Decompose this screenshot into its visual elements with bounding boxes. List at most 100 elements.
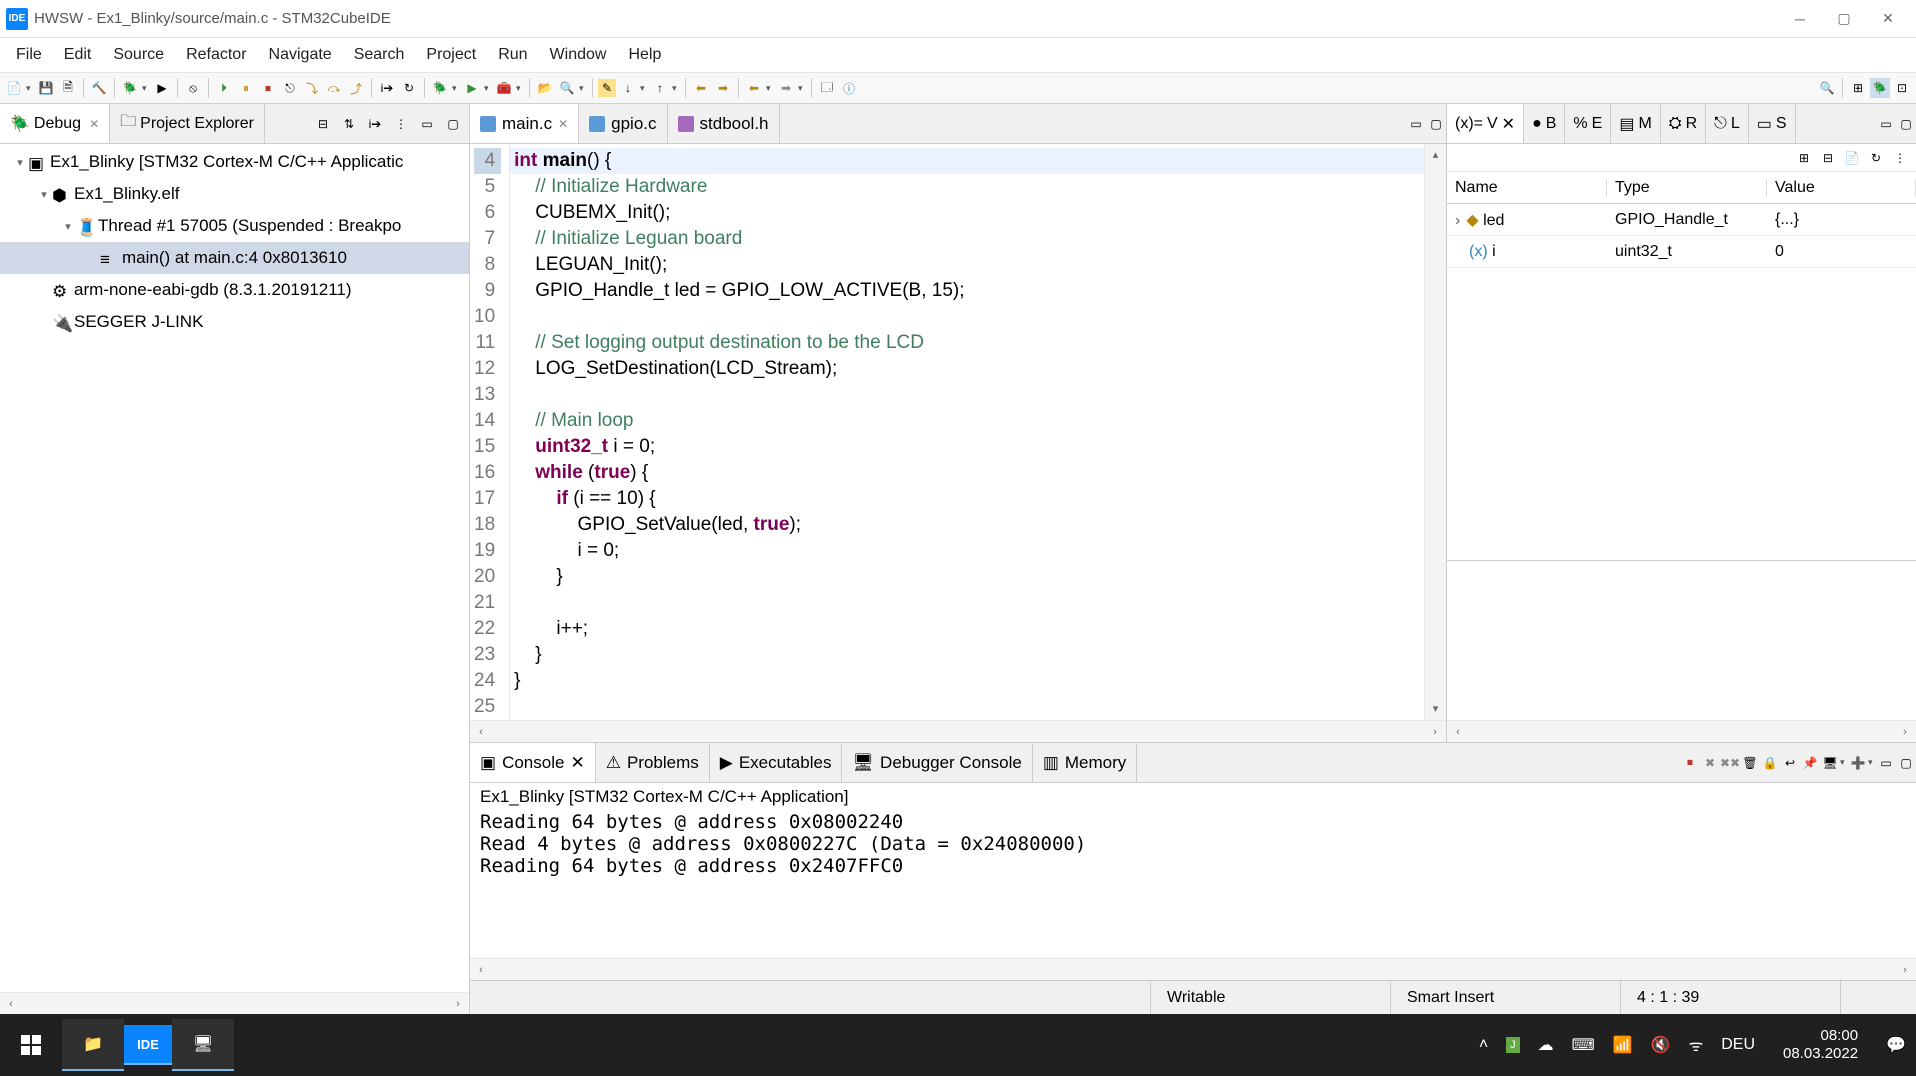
debug-tree[interactable]: ▾▣Ex1_Blinky [STM32 Cortex-M C/C++ Appli… xyxy=(0,144,469,992)
build-icon[interactable]: 🔨 xyxy=(89,78,109,98)
tab-project-explorer[interactable]: 🗀 Project Explorer xyxy=(110,104,265,143)
remove-icon[interactable]: ✖ xyxy=(1700,753,1720,773)
variables-hscroll[interactable]: ‹ › xyxy=(1447,720,1916,742)
code-line[interactable] xyxy=(510,694,1424,720)
maximize-view-icon[interactable]: ▢ xyxy=(443,114,463,134)
menu-window[interactable]: Window xyxy=(540,42,617,68)
code-line[interactable]: // Initialize Leguan board xyxy=(510,226,1424,252)
external-tools-icon[interactable]: 🧰 xyxy=(494,78,514,98)
menu-icon[interactable]: ⋮ xyxy=(391,114,411,134)
scroll-up-icon[interactable]: ▴ xyxy=(1425,144,1446,166)
line-number[interactable]: 6 xyxy=(474,200,501,226)
line-number[interactable]: 19 xyxy=(474,538,501,564)
display-icon[interactable]: 🖥 xyxy=(1820,753,1840,773)
horizontal-scrollbar[interactable]: ‹ › xyxy=(0,992,469,1014)
dropdown-icon[interactable]: ▾ xyxy=(672,83,680,94)
code-area[interactable]: int main() { // Initialize Hardware CUBE… xyxy=(510,144,1424,720)
bottom-tab-problems[interactable]: ⚠Problems xyxy=(596,743,710,782)
code-line[interactable]: } xyxy=(510,668,1424,694)
variables-table[interactable]: Name Type Value ›◆ ledGPIO_Handle_t{...}… xyxy=(1447,172,1916,560)
bottom-tab-executables[interactable]: ▶Executables xyxy=(710,743,843,782)
open-console-icon[interactable]: ➕ xyxy=(1848,753,1868,773)
debug-config-icon[interactable]: 🪲 xyxy=(120,78,140,98)
open-perspective-icon[interactable]: ⊞ xyxy=(1848,78,1868,98)
run-config-icon[interactable]: ▶ xyxy=(152,78,172,98)
search-icon[interactable]: 🔍 xyxy=(557,78,577,98)
code-line[interactable]: int main() { xyxy=(510,148,1424,174)
line-number[interactable]: 11 xyxy=(474,330,501,356)
step-over-icon[interactable]: ⤼ xyxy=(324,78,344,98)
line-number[interactable]: 24 xyxy=(474,668,501,694)
line-number[interactable]: 22 xyxy=(474,616,501,642)
line-number[interactable]: 23 xyxy=(474,642,501,668)
code-line[interactable] xyxy=(510,590,1424,616)
code-line[interactable] xyxy=(510,304,1424,330)
scroll-right-icon[interactable]: › xyxy=(1894,726,1916,738)
collapse-icon[interactable]: ⊟ xyxy=(1818,148,1838,168)
next-annotation-icon[interactable]: ↓ xyxy=(618,78,638,98)
nav-back-icon[interactable]: ⬅ xyxy=(744,78,764,98)
dropdown-icon[interactable]: ▾ xyxy=(798,83,806,94)
tree-row[interactable]: ▾▣Ex1_Blinky [STM32 Cortex-M C/C++ Appli… xyxy=(0,146,469,178)
tab-debug[interactable]: 🪲 Debug ✕ xyxy=(0,104,110,143)
dropdown-icon[interactable]: ▾ xyxy=(516,83,524,94)
nav-fwd-icon[interactable]: ➡ xyxy=(776,78,796,98)
disconnect-icon[interactable]: ⎋ xyxy=(280,78,300,98)
vars-tab-l[interactable]: ⎋L xyxy=(1706,104,1749,143)
line-number[interactable]: 15 xyxy=(474,434,501,460)
code-line[interactable]: } xyxy=(510,564,1424,590)
terminal-icon[interactable]: 🖥 xyxy=(172,1019,234,1071)
notifications-icon[interactable]: 💬 xyxy=(1886,1035,1906,1055)
close-icon[interactable]: ✕ xyxy=(1502,114,1515,134)
line-gutter[interactable]: 45678910111213141516171819202122232425 xyxy=(470,144,510,720)
minimize-button[interactable]: ─ xyxy=(1778,4,1822,34)
tree-row[interactable]: ▾🧵Thread #1 57005 (Suspended : Breakpo xyxy=(0,210,469,242)
vertical-scrollbar[interactable]: ▴ ▾ xyxy=(1424,144,1446,720)
code-line[interactable]: uint32_t i = 0; xyxy=(510,434,1424,460)
pause-icon[interactable]: ⏸ xyxy=(236,78,256,98)
dropdown-icon[interactable]: ▾ xyxy=(579,83,587,94)
menu-refactor[interactable]: Refactor xyxy=(176,42,256,68)
skip-breakpoints-icon[interactable]: ⦸ xyxy=(183,78,203,98)
remove-all-icon[interactable]: ✖✖ xyxy=(1720,753,1740,773)
refresh-icon[interactable]: ↻ xyxy=(1866,148,1886,168)
saveall-icon[interactable]: 🗎 xyxy=(58,78,78,98)
language-indicator[interactable]: DEU xyxy=(1721,1036,1755,1054)
back-icon[interactable]: ⬅ xyxy=(691,78,711,98)
chevron-up-icon[interactable]: ˄ xyxy=(1479,1036,1488,1054)
scroll-down-icon[interactable]: ▾ xyxy=(1425,698,1446,720)
code-editor[interactable]: 45678910111213141516171819202122232425 i… xyxy=(470,144,1446,720)
dropdown-icon[interactable]: ▾ xyxy=(452,83,460,94)
info-icon[interactable]: ⓘ xyxy=(839,78,859,98)
step-into-icon[interactable]: ⤵ xyxy=(302,78,322,98)
console-hscroll[interactable]: ‹ › xyxy=(470,958,1916,980)
vars-tab-s[interactable]: ▭S xyxy=(1749,104,1796,143)
debug-perspective-icon[interactable]: 🪲 xyxy=(1870,78,1890,98)
menu-file[interactable]: File xyxy=(6,42,52,68)
forward-icon[interactable]: ➡ xyxy=(713,78,733,98)
menu-icon[interactable]: ⋮ xyxy=(1890,148,1910,168)
code-line[interactable]: // Set logging output destination to be … xyxy=(510,330,1424,356)
bottom-tab-debugger-console[interactable]: 🖥Debugger Console xyxy=(842,743,1032,782)
menu-navigate[interactable]: Navigate xyxy=(259,42,342,68)
vars-tab-r[interactable]: ⛭R xyxy=(1661,104,1706,143)
minimize-editor-icon[interactable]: ▭ xyxy=(1406,114,1426,134)
resume-icon[interactable]: ⏵ xyxy=(214,78,234,98)
annotation-icon[interactable]: ✎ xyxy=(598,79,616,97)
col-name[interactable]: Name xyxy=(1447,179,1607,197)
code-line[interactable]: // Main loop xyxy=(510,408,1424,434)
instruction-step-icon[interactable]: i➔ xyxy=(377,78,397,98)
line-number[interactable]: 13 xyxy=(474,382,501,408)
dropdown-icon[interactable]: ▾ xyxy=(766,83,774,94)
line-number[interactable]: 16 xyxy=(474,460,501,486)
dropdown-icon[interactable]: ▾ xyxy=(1868,757,1876,768)
code-line[interactable]: GPIO_Handle_t led = GPIO_LOW_ACTIVE(B, 1… xyxy=(510,278,1424,304)
scroll-left-icon[interactable]: ‹ xyxy=(470,726,492,738)
dropdown-icon[interactable]: ▾ xyxy=(1840,757,1848,768)
twisty-icon[interactable]: ▾ xyxy=(36,188,52,201)
line-number[interactable]: 4 xyxy=(474,148,501,174)
code-line[interactable]: CUBEMX_Init(); xyxy=(510,200,1424,226)
vars-tab-m[interactable]: ▤M xyxy=(1611,104,1660,143)
line-number[interactable]: 10 xyxy=(474,304,501,330)
volume-icon[interactable]: 🔇 xyxy=(1651,1035,1671,1055)
